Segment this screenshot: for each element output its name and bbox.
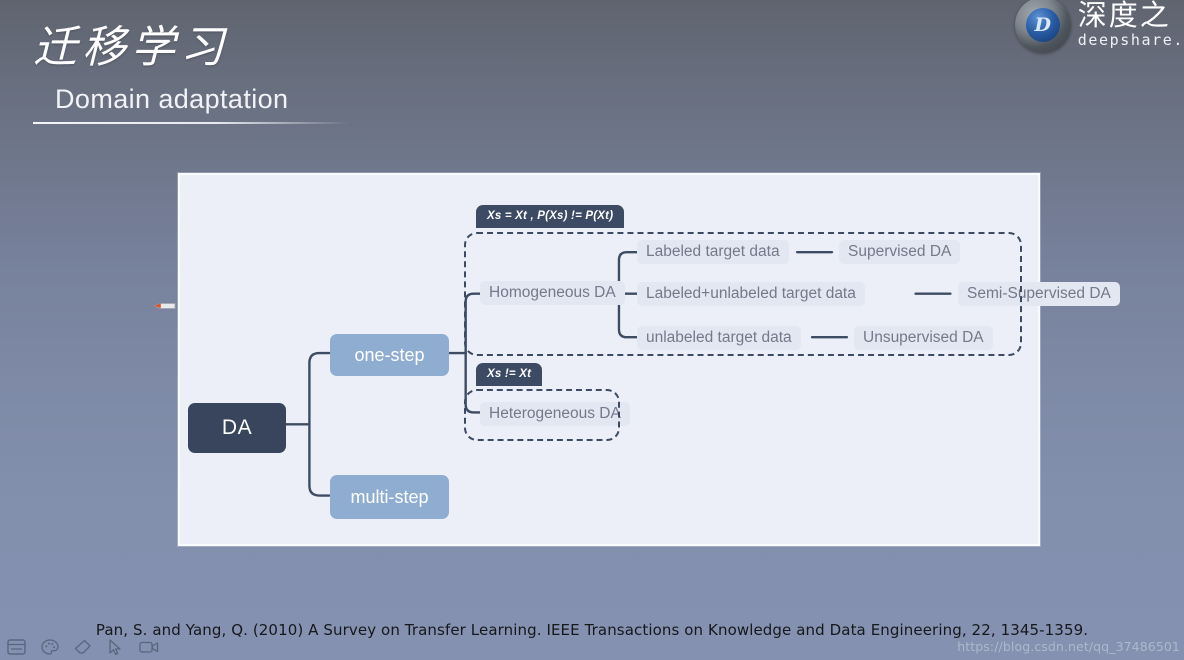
heterogeneous-tag-label: Xs != Xt	[487, 368, 532, 380]
heterogeneous-tag: Xs != Xt	[476, 363, 543, 386]
connector-lines	[284, 250, 952, 497]
homogeneous-tag-label: Xs = Xt , P(Xs) != P(Xt)	[487, 210, 614, 222]
palette-icon[interactable]	[39, 638, 60, 656]
citation-text: Pan, S. and Yang, Q. (2010) A Survey on …	[95, 621, 1089, 639]
watermark-url: https://blog.csdn.net/qq_37486501	[957, 639, 1180, 654]
heterogeneous-group-box	[464, 389, 620, 441]
video-camera-icon[interactable]	[138, 638, 159, 656]
eraser-icon[interactable]	[72, 638, 93, 656]
bottom-toolbar[interactable]	[6, 638, 159, 656]
brand-text: 深度之 deepshare.	[1078, 0, 1184, 49]
deepshare-logo-icon: D	[1014, 0, 1071, 53]
brand-name-en: deepshare.	[1077, 31, 1184, 49]
node-root-da[interactable]: DA	[188, 403, 286, 453]
pen-cursor-icon	[153, 302, 176, 310]
node-root-label: DA	[221, 416, 253, 439]
title-underline	[33, 122, 349, 124]
node-multi-step-label: multi-step	[350, 486, 429, 507]
slide-panel-icon[interactable]	[6, 638, 27, 656]
slide-header: 迁移学习 Domain adaptation	[33, 22, 593, 124]
node-multi-step[interactable]: multi-step	[330, 475, 449, 519]
page-title-cn: 迁移学习	[33, 22, 229, 73]
node-one-step-label: one-step	[354, 344, 425, 365]
brand-name-cn: 深度之	[1077, 0, 1171, 32]
homogeneous-group-box	[464, 232, 1022, 356]
page-subtitle-en: Domain adaptation	[55, 84, 289, 114]
logo-letter: D	[1025, 8, 1060, 42]
slide: 迁移学习 Domain adaptation D 深度之 deepshare.	[0, 0, 1184, 660]
subtitle-wrap: Domain adaptation	[33, 82, 593, 124]
cursor-icon[interactable]	[105, 638, 126, 656]
node-one-step[interactable]: one-step	[330, 334, 449, 376]
homogeneous-tag: Xs = Xt , P(Xs) != P(Xt)	[476, 205, 625, 228]
mindmap-canvas: DA one-step multi-step Xs = Xt , P(Xs) !…	[180, 175, 1120, 544]
diagram-panel: DA one-step multi-step Xs = Xt , P(Xs) !…	[178, 173, 1120, 546]
brand-logo-block: D 深度之 deepshare.	[1014, 0, 1184, 53]
